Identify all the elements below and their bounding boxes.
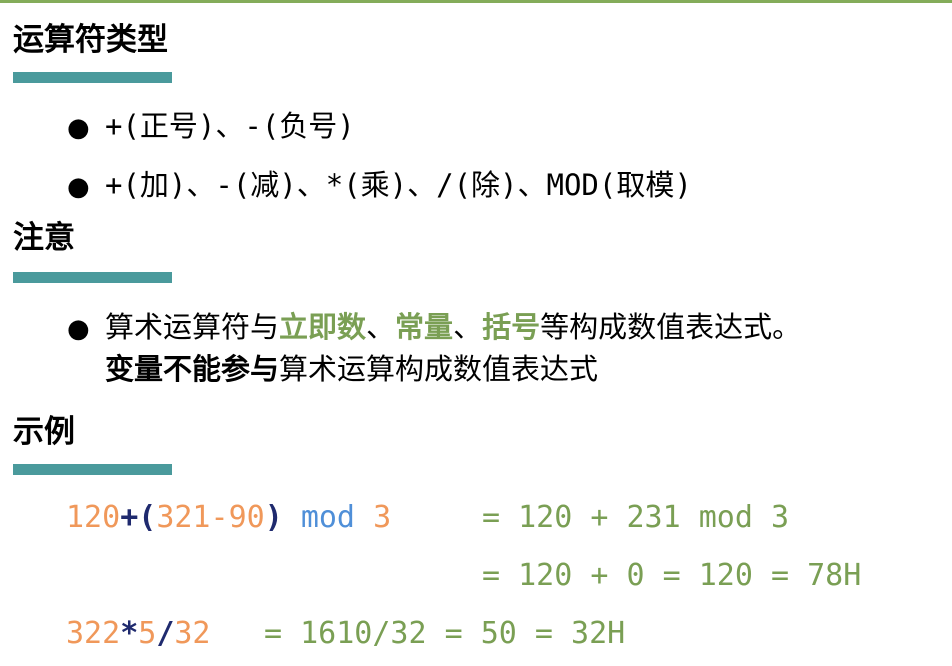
- example-result-1: = 120 + 231 mod 3: [482, 500, 790, 535]
- note-text: 等构成数值表达式。: [540, 310, 802, 344]
- example-result-2: = 120 + 0 = 120 = 78H: [482, 558, 862, 593]
- list-item: ● +(加)、-(减)、*(乘)、/(除)、MOD(取模): [67, 165, 692, 207]
- code-operator: *: [120, 616, 139, 651]
- section-underline: [13, 464, 172, 475]
- bullet-icon: ●: [67, 113, 90, 143]
- example-result-3: = 1610/32 = 50 = 32H: [264, 616, 626, 651]
- item-text: +(正号)、-(负号): [105, 109, 355, 143]
- note-text: 算术运算构成数值表达式: [279, 352, 599, 386]
- code-number: 32: [174, 616, 211, 651]
- code-operator: -: [210, 500, 229, 535]
- note-line-2: 变量不能参与算术运算构成数值表达式: [105, 349, 598, 389]
- item-text: +(加)、-(减)、*(乘)、/(除)、MOD(取模): [105, 168, 692, 202]
- top-accent-line: [0, 0, 952, 3]
- highlight-immediate: 立即数: [279, 310, 367, 344]
- code-number: 322: [66, 616, 121, 651]
- bullet-icon: ●: [67, 172, 90, 202]
- section-underline: [13, 272, 172, 283]
- code-number: 3: [373, 500, 392, 535]
- code-operator: /: [156, 616, 175, 651]
- separator: 、: [366, 310, 396, 344]
- section-title-example: 示例: [13, 414, 75, 450]
- code-number: 5: [138, 616, 157, 651]
- bullet-icon: ●: [67, 314, 90, 344]
- code-number: 120: [66, 500, 121, 535]
- note-emphasis: 变量不能参与: [105, 352, 280, 386]
- highlight-parentheses: 括号: [482, 310, 541, 344]
- section-title-note: 注意: [13, 220, 75, 256]
- separator: 、: [453, 310, 483, 344]
- code-number: 321: [156, 500, 211, 535]
- section-underline: [13, 72, 172, 83]
- code-operator: ): [264, 500, 283, 535]
- example-expression-2: 322*5/32: [66, 614, 211, 654]
- section-title-operator-types: 运算符类型: [13, 22, 168, 58]
- code-operator: +(: [120, 500, 157, 535]
- code-keyword: mod: [300, 500, 355, 535]
- highlight-constant: 常量: [395, 310, 454, 344]
- list-item: ● +(正号)、-(负号): [67, 106, 355, 148]
- note-text: 算术运算符与: [105, 310, 280, 344]
- example-expression-1: 120+(321-90) mod 3: [66, 498, 391, 538]
- note-line-1: ● 算术运算符与立即数、常量、括号等构成数值表达式。: [67, 307, 801, 349]
- code-number: 90: [228, 500, 265, 535]
